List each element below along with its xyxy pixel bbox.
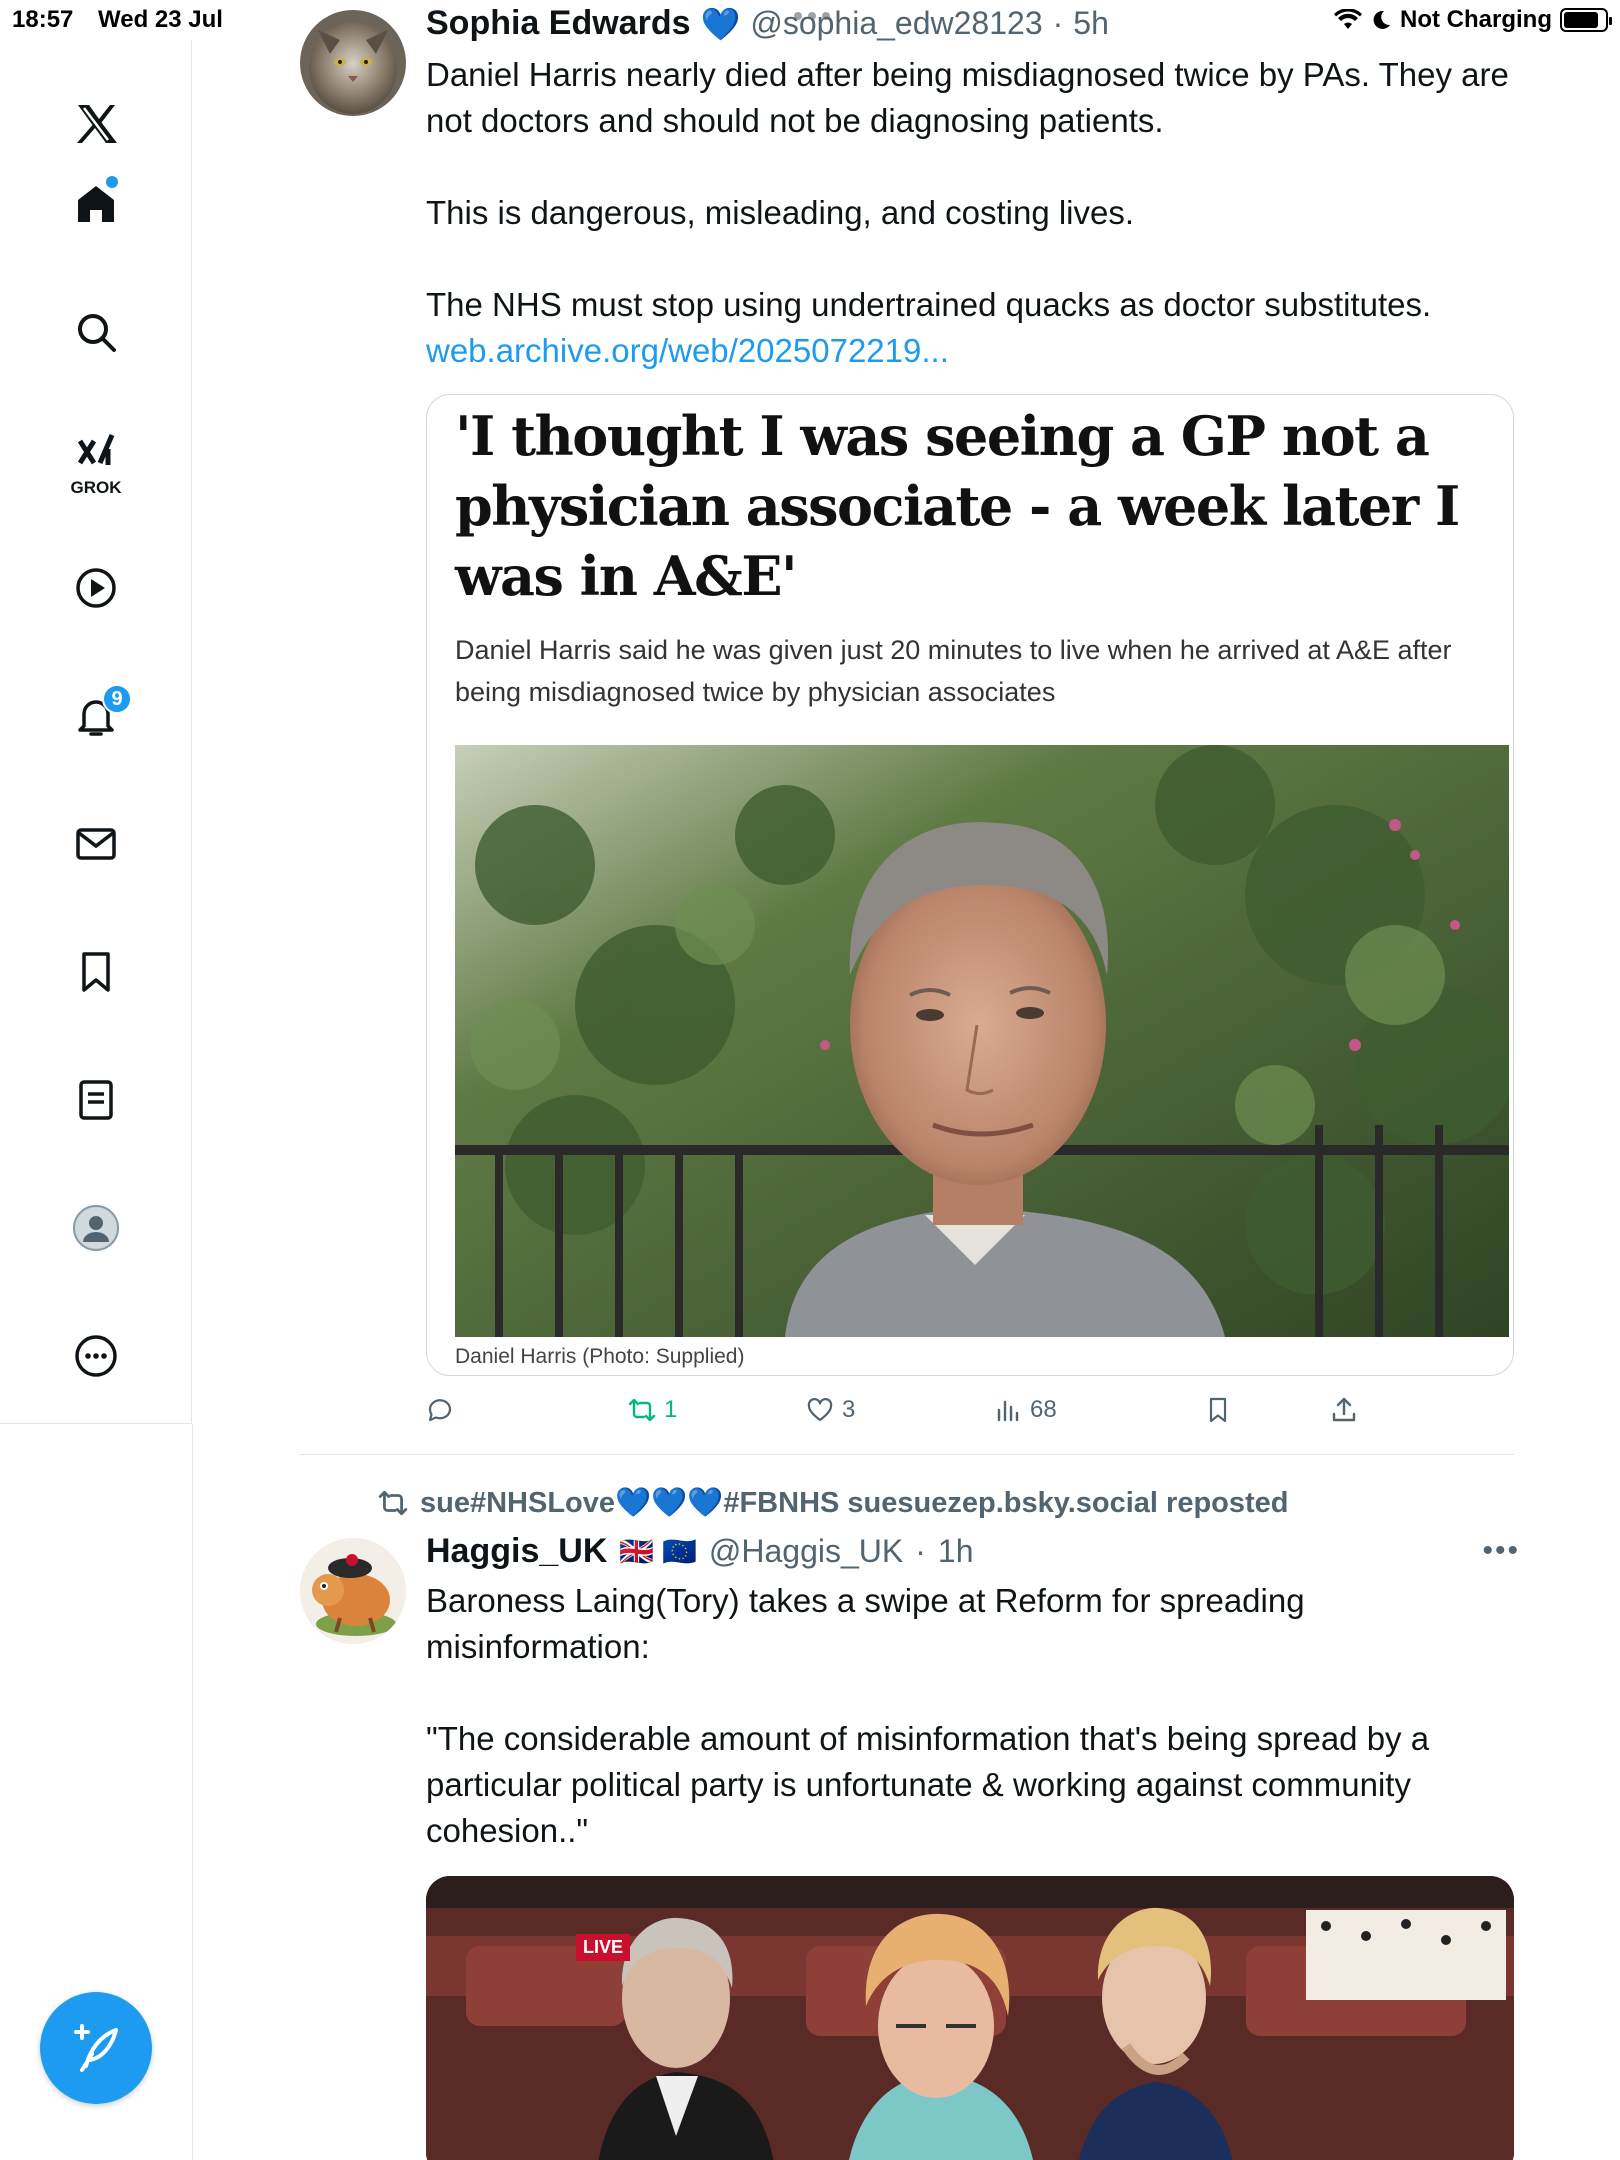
views-count: 68 (1030, 1396, 1057, 1423)
search-icon[interactable] (60, 296, 132, 368)
tweet-time[interactable]: 5h (1073, 5, 1109, 42)
tweet-time[interactable]: 1h (938, 1533, 974, 1570)
status-time: 18:57 (12, 6, 74, 33)
bookmark-icon (1209, 1397, 1227, 1423)
tweet-paragraph: This is dangerous, misleading, and costi… (426, 194, 1135, 231)
timeline-feed: Sophia Edwards 💙 @sophia_edw28123 · 5h D… (193, 0, 1620, 2160)
notifications-bell-icon[interactable]: 9 (60, 680, 132, 752)
tweet-paragraph: Baroness Laing(Tory) takes a swipe at Re… (426, 1582, 1305, 1665)
bookmark-button[interactable] (1204, 1396, 1232, 1424)
video-player[interactable]: LIVE (426, 1876, 1514, 2160)
card-photo (455, 745, 1509, 1337)
compose-post-button[interactable] (40, 1992, 152, 2104)
tweet-divider (300, 1454, 1514, 1455)
lists-icon[interactable] (60, 1064, 132, 1136)
profile-icon[interactable] (60, 1192, 132, 1264)
share-upload-icon (1332, 1397, 1356, 1422)
avatar[interactable] (300, 10, 406, 116)
card-headline: 'I thought I was seeing a GP not a physi… (455, 404, 1460, 608)
tweet-more-options-icon[interactable]: ••• (1482, 1534, 1520, 1568)
repost-context[interactable]: sue#NHSLove💙💙💙#FBNHS suesuezep.bsky.soci… (378, 1486, 1289, 1520)
tweet-paragraph: Daniel Harris nearly died after being mi… (426, 56, 1509, 139)
grok-icon[interactable]: GROK (60, 424, 132, 497)
verified-heart-emoji: 💙 (700, 5, 741, 42)
tweet-header: Haggis_UK 🇬🇧 🇪🇺 @Haggis_UK · 1h (426, 1532, 973, 1571)
live-badge: LIVE (576, 1934, 631, 1961)
repost-icon (378, 1490, 408, 1516)
messages-envelope-icon[interactable] (60, 808, 132, 880)
grok-label: GROK (70, 478, 122, 497)
notifications-badge: 9 (102, 684, 132, 714)
tweet-link[interactable]: web.archive.org/web/2025072219... (426, 332, 949, 369)
card-subheadline: Daniel Harris said he was given just 20 … (455, 635, 1452, 707)
tweet-paragraph: "The considerable amount of misinformati… (426, 1720, 1430, 1849)
share-button[interactable] (1330, 1396, 1358, 1424)
repost-icon (628, 1398, 656, 1422)
tweet-body: Daniel Harris nearly died after being mi… (426, 52, 1516, 374)
author-name[interactable]: Haggis_UK (426, 1532, 607, 1571)
home-unread-dot (106, 176, 118, 188)
link-preview-card[interactable]: 'I thought I was seeing a GP not a physi… (426, 394, 1514, 1376)
compose-feather-icon (74, 2024, 118, 2072)
tweet-body: Baroness Laing(Tory) takes a swipe at Re… (426, 1578, 1506, 1854)
tweet-paragraph: The NHS must stop using undertrained qua… (426, 286, 1432, 323)
like-count: 3 (842, 1396, 856, 1423)
separator-dot: · (1052, 5, 1064, 41)
sidebar-nav: GROK 9 (0, 40, 192, 1424)
repost-button[interactable]: 1 (628, 1396, 677, 1424)
views-bar-chart-icon (997, 1400, 1019, 1422)
author-handle[interactable]: @Haggis_UK (709, 1533, 903, 1570)
repost-count: 1 (664, 1396, 678, 1423)
reposted-by-text: sue#NHSLove💙💙💙#FBNHS suesuezep.bsky.soci… (420, 1487, 1289, 1519)
reply-icon (428, 1399, 452, 1422)
views-button[interactable]: 68 (994, 1396, 1057, 1424)
tweet-actions: 1 3 68 (426, 1396, 1576, 1436)
author-name[interactable]: Sophia Edwards (426, 4, 691, 43)
tweet-header: Sophia Edwards 💙 @sophia_edw28123 · 5h (426, 4, 1109, 43)
like-button[interactable]: 3 (806, 1396, 855, 1424)
video-play-icon[interactable] (60, 552, 132, 624)
x-logo-icon[interactable] (60, 88, 132, 160)
flag-emojis: 🇬🇧 🇪🇺 (619, 1536, 697, 1567)
more-options-icon[interactable] (60, 1320, 132, 1392)
bookmarks-icon[interactable] (60, 936, 132, 1008)
separator-dot: · (915, 1533, 926, 1569)
author-handle[interactable]: @sophia_edw28123 (750, 5, 1042, 42)
card-photo-caption: Daniel Harris (Photo: Supplied) (455, 1345, 745, 1368)
avatar[interactable] (300, 1538, 406, 1644)
heart-icon (807, 1398, 833, 1422)
reply-button[interactable] (426, 1396, 462, 1424)
home-icon[interactable] (60, 168, 132, 240)
